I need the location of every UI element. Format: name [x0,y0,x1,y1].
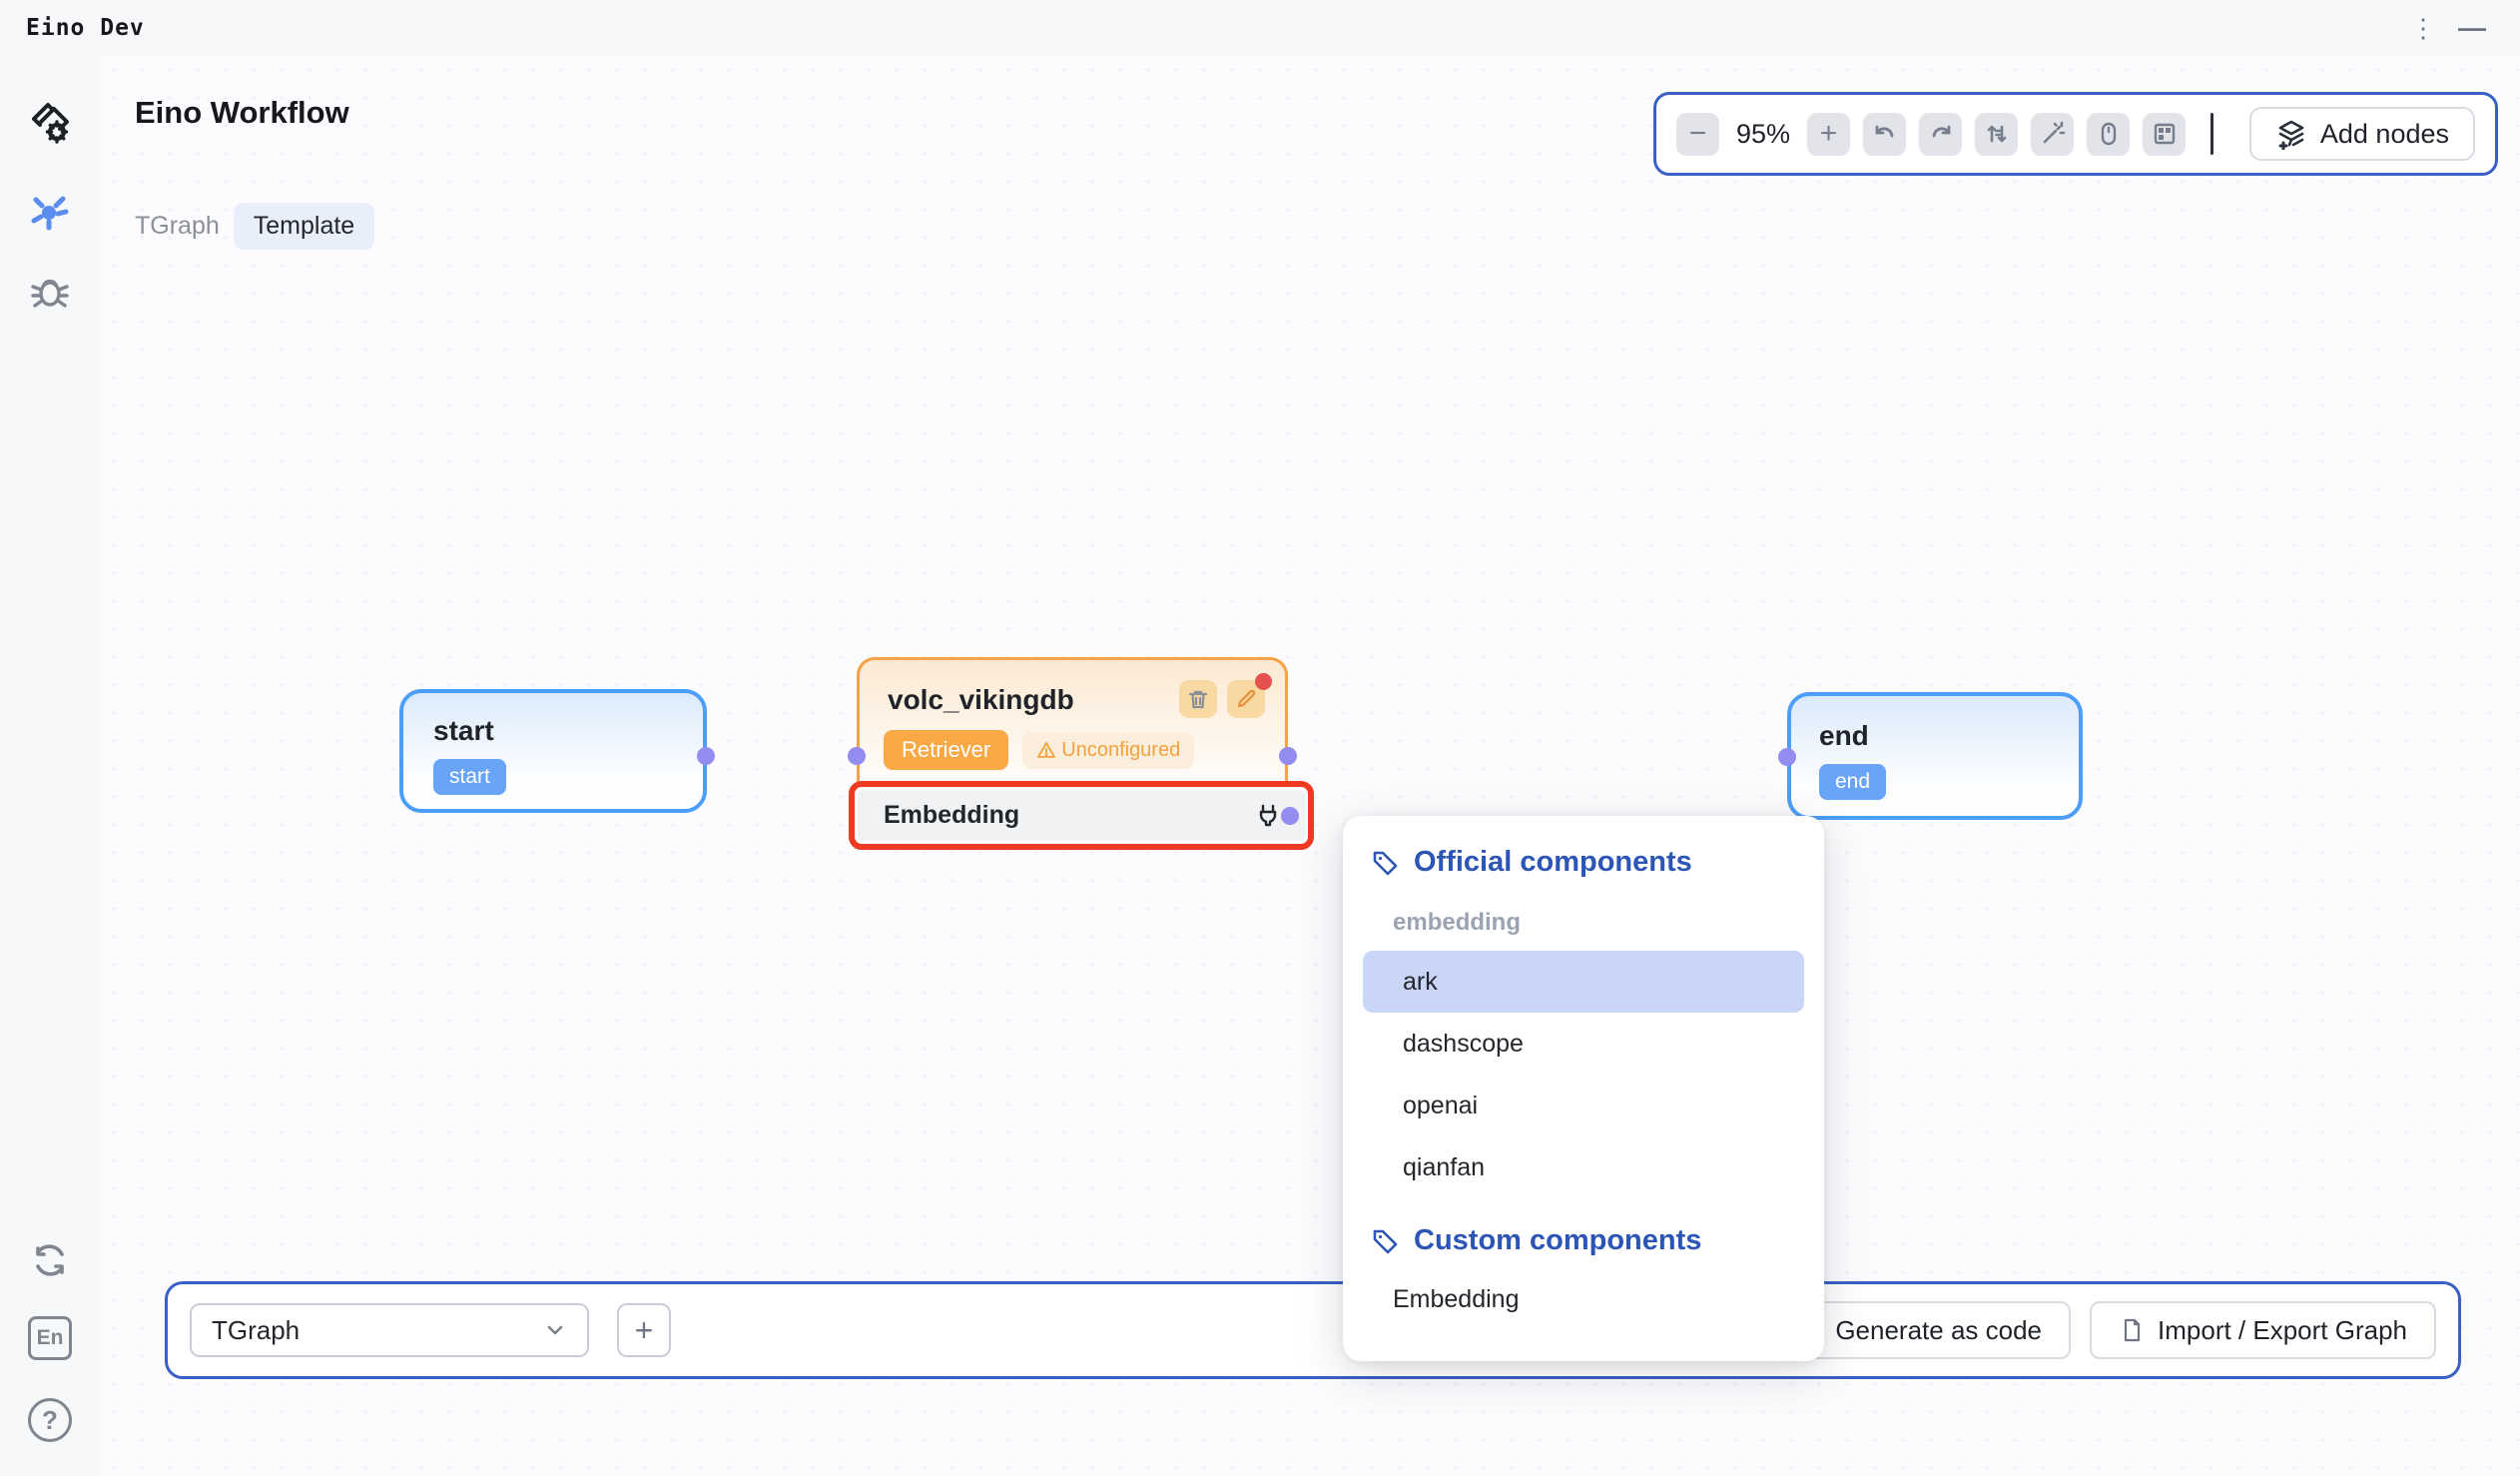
node-end-badge: end [1819,764,1886,800]
window-minimize-icon[interactable]: — [2450,14,2494,42]
magic-wand-icon[interactable] [2031,113,2074,156]
port-volc-input[interactable] [848,747,866,765]
port-start-output[interactable] [697,747,715,765]
mouse-mode-icon[interactable] [2087,113,2130,156]
dropdown-item-dashscope[interactable]: dashscope [1363,1013,1804,1075]
graph-select[interactable]: TGraph [190,1303,589,1357]
sidebar-help-icon[interactable]: ? [28,1398,72,1442]
port-volc-output[interactable] [1279,747,1297,765]
graph-select-value: TGraph [212,1315,300,1346]
node-end[interactable]: end end [1787,692,2083,820]
toolbar-divider [2210,113,2213,155]
sidebar-item-debug-bug-icon[interactable] [25,266,75,316]
dropdown-item-embedding[interactable]: Embedding [1363,1271,1804,1327]
sidebar-refresh-icon[interactable] [26,1236,74,1284]
import-export-button[interactable]: Import / Export Graph [2090,1301,2436,1359]
redo-button[interactable] [1919,113,1962,156]
node-end-title: end [1819,720,2079,752]
canvas-toolbar: − 95% + [1653,92,2498,176]
add-nodes-button[interactable]: Add nodes [2249,107,2475,161]
chevron-down-icon [543,1318,567,1342]
components-dropdown: Official components embedding ark dashsc… [1343,816,1824,1361]
custom-components-label: Custom components [1414,1224,1701,1257]
undo-button[interactable] [1863,113,1906,156]
official-components-label: Official components [1414,846,1692,879]
unconfigured-notification-dot [1255,673,1272,690]
dropdown-item-ark[interactable]: ark [1363,951,1804,1013]
page-title: Eino Workflow [135,95,349,131]
custom-components-heading: Custom components [1363,1224,1804,1257]
breadcrumb: TGraph Template [135,203,374,250]
generate-as-code-button[interactable]: Generate as code [1806,1301,2071,1359]
edit-node-button[interactable] [1227,680,1265,718]
node-start-title: start [433,715,703,747]
file-icon [2119,1317,2145,1343]
node-start[interactable]: start start [399,689,707,813]
embedding-group-label: embedding [1363,909,1804,937]
node-start-badge: start [433,759,506,795]
embedding-slot-highlight[interactable]: Embedding [849,781,1314,850]
import-export-label: Import / Export Graph [2158,1315,2407,1346]
embedding-slot-row[interactable]: Embedding [858,790,1305,841]
official-components-heading: Official components [1363,846,1804,879]
zoom-in-button[interactable]: + [1807,113,1850,156]
unconfigured-badge: Unconfigured [1022,732,1194,769]
dropdown-item-openai[interactable]: openai [1363,1075,1804,1136]
minimap-panel-icon[interactable] [2143,113,2186,156]
unconfigured-badge-label: Unconfigured [1061,739,1180,762]
bottom-bar: TGraph + Generate as code Import / Expor… [165,1281,2461,1379]
sidebar-language-icon[interactable]: En [28,1316,72,1360]
sidebar-item-workflow-graph[interactable] [24,186,76,238]
eino-dev-app: Eino Dev ⋮ — [0,0,2520,1476]
tag-icon [1371,1226,1401,1256]
plug-icon [1253,801,1283,831]
window-title: Eino Dev [26,15,145,41]
auto-layout-icon[interactable] [1975,113,2018,156]
window-title-bar: Eino Dev ⋮ — [0,0,2520,56]
delete-node-button[interactable] [1179,680,1217,718]
zoom-level: 95% [1732,119,1794,150]
add-nodes-label: Add nodes [2320,119,2449,150]
zoom-out-button[interactable]: − [1676,113,1719,156]
eino-logo-icon [18,90,82,154]
node-volc-title: volc_vikingdb [888,680,1169,716]
port-volc-embedding[interactable] [1281,807,1299,825]
add-graph-button[interactable]: + [617,1303,671,1357]
generate-as-code-label: Generate as code [1835,1315,2042,1346]
left-sidebar: En ? [0,56,100,1476]
tag-icon [1371,848,1401,878]
node-type-badge: Retriever [884,730,1008,770]
template-badge[interactable]: Template [234,203,374,250]
dropdown-item-qianfan[interactable]: qianfan [1363,1136,1804,1198]
warning-icon [1036,740,1056,760]
embedding-slot-label: Embedding [884,801,1019,830]
window-menu-icon[interactable]: ⋮ [2396,15,2450,41]
port-end-input[interactable] [1778,748,1796,766]
breadcrumb-graph-name[interactable]: TGraph [135,212,220,241]
